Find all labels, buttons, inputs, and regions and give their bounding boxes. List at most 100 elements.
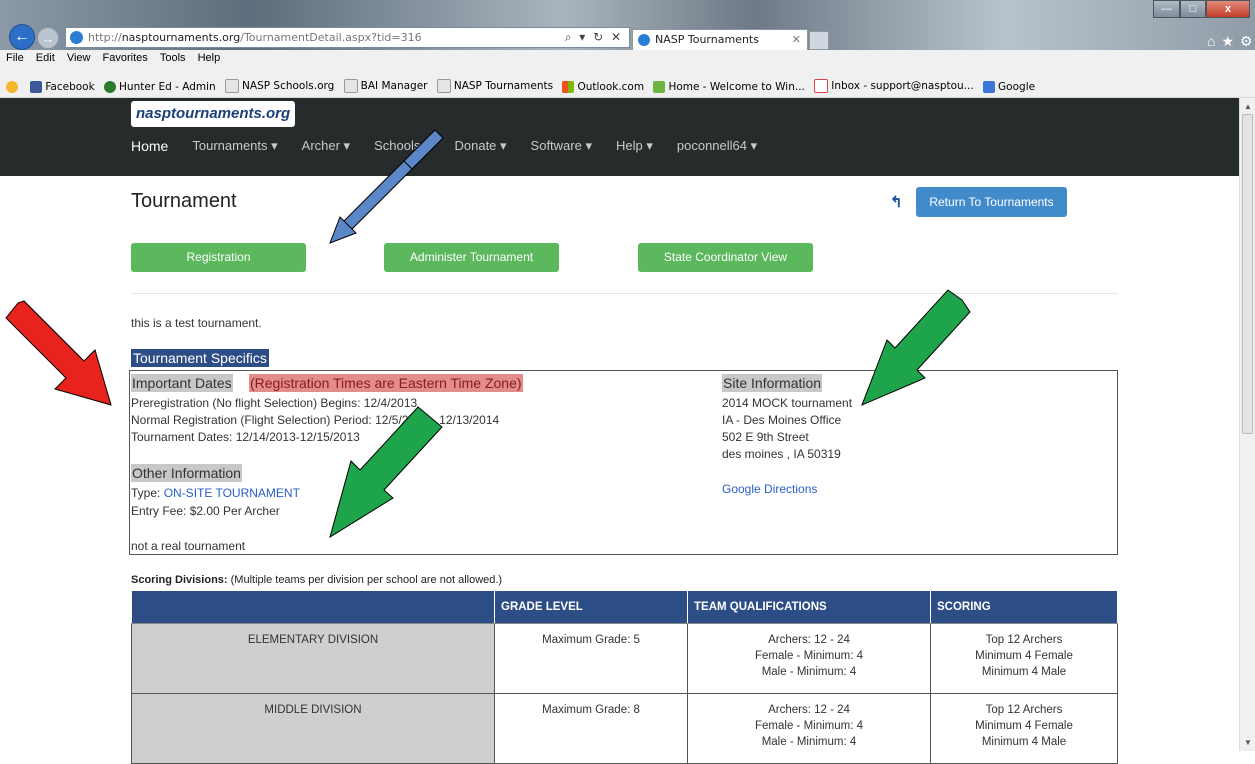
favorite-nasp-schools[interactable]: NASP Schools.org: [225, 66, 334, 97]
nav-links: Home Tournaments ▾ Archer ▾ Schools ▾ Do…: [131, 138, 781, 154]
administer-tournament-button[interactable]: Administer Tournament: [384, 243, 559, 272]
site-logo[interactable]: nasptournaments.org: [131, 101, 296, 127]
tournament-specifics-heading: Tournament Specifics: [131, 349, 269, 367]
preregistration-date: Preregistration (No flight Selection) Be…: [131, 396, 418, 410]
scroll-down-icon[interactable]: ▼: [1244, 738, 1252, 747]
favorite-hunter-ed[interactable]: Hunter Ed - Admin: [104, 67, 216, 97]
tournament-dates: Tournament Dates: 12/14/2013-12/15/2013: [131, 430, 360, 444]
site-city: des moines , IA 50319: [722, 447, 841, 461]
ie-page-icon: [436, 79, 451, 93]
menu-file[interactable]: File: [6, 52, 24, 64]
team-qualifications: Archers: 12 - 24 Female - Minimum: 4 Mal…: [687, 693, 931, 764]
header-scoring: SCORING: [930, 590, 1118, 624]
tournament-description: this is a test tournament.: [131, 316, 262, 330]
division-name: ELEMENTARY DIVISION: [131, 623, 495, 694]
favorite-home-welcome[interactable]: Home - Welcome to Win...: [653, 67, 805, 97]
favorite-inbox[interactable]: Inbox - support@nasptou...: [814, 66, 974, 97]
nav-schools[interactable]: Schools ▾: [374, 138, 430, 154]
page-title: Tournament: [131, 190, 237, 212]
address-bar[interactable]: http://nasptournaments.org/TournamentDet…: [65, 27, 630, 48]
new-tab-button[interactable]: [809, 31, 829, 50]
site-office: IA - Des Moines Office: [722, 413, 842, 427]
tournament-notes: not a real tournament: [131, 539, 246, 553]
globe-icon: [104, 81, 117, 93]
ie-page-icon: [343, 79, 358, 93]
nav-help[interactable]: Help ▾: [616, 138, 653, 154]
nav-donate[interactable]: Donate ▾: [454, 138, 506, 154]
red-arrow: [5, 300, 112, 406]
state-coordinator-view-button[interactable]: State Coordinator View: [638, 243, 813, 272]
table-row: ELEMENTARY DIVISION Maximum Grade: 5 Arc…: [131, 623, 1118, 694]
tab-close-icon[interactable]: ✕: [792, 30, 801, 50]
gmail-icon: [814, 79, 829, 93]
favorite-facebook[interactable]: Facebook: [30, 67, 95, 97]
favorite-bai-manager[interactable]: BAI Manager: [343, 66, 428, 97]
vertical-scrollbar[interactable]: ▲ ▼: [1239, 98, 1255, 751]
menu-help[interactable]: Help: [198, 52, 221, 64]
favorites-star-icon[interactable]: [6, 81, 21, 93]
scoring-rules: Top 12 Archers Minimum 4 Female Minimum …: [930, 693, 1118, 764]
menu-bar: File Edit View Favorites Tools Help: [0, 50, 1255, 66]
arrow-right-icon: →: [41, 30, 55, 46]
address-url: http://nasptournaments.org/TournamentDet…: [88, 31, 422, 44]
favorite-nasp-tournaments[interactable]: NASP Tournaments: [436, 66, 553, 97]
maximize-button[interactable]: □: [1180, 0, 1206, 18]
grade-level: Maximum Grade: 8: [494, 693, 688, 764]
tournament-specifics-box: Important Dates (Registration Times are …: [129, 370, 1118, 555]
scrollbar-thumb[interactable]: [1242, 114, 1253, 434]
menu-edit[interactable]: Edit: [36, 52, 55, 64]
favorites-bar: Facebook Hunter Ed - Admin NASP Schools.…: [0, 66, 1255, 98]
grade-level: Maximum Grade: 5: [494, 623, 688, 694]
header-division: [131, 590, 495, 624]
arrow-left-icon: ←: [14, 28, 30, 45]
forward-button[interactable]: →: [37, 27, 59, 49]
menu-favorites[interactable]: Favorites: [103, 52, 148, 64]
close-window-button[interactable]: x: [1206, 0, 1250, 18]
normal-registration-period: Normal Registration (Flight Selection) P…: [131, 413, 500, 427]
return-arrow-icon[interactable]: ↰: [890, 193, 903, 211]
menu-view[interactable]: View: [67, 52, 91, 64]
tournament-type: Type: ON-SITE TOURNAMENT: [131, 486, 300, 500]
ie-page-icon: [225, 79, 240, 93]
nav-home[interactable]: Home: [131, 138, 168, 154]
google-directions-link[interactable]: Google Directions: [722, 481, 817, 498]
home-favorites-tools-icons[interactable]: ⌂★⚙: [1207, 33, 1255, 50]
header-grade-level: GRADE LEVEL: [494, 590, 688, 624]
ie-page-icon: [638, 34, 650, 46]
site-name: 2014 MOCK tournament: [722, 396, 853, 410]
timezone-note: (Registration Times are Eastern Time Zon…: [249, 374, 523, 392]
tournament-type-value[interactable]: ON-SITE TOURNAMENT: [164, 486, 300, 500]
favorite-outlook[interactable]: Outlook.com: [562, 67, 644, 97]
entry-fee: Entry Fee: $2.00 Per Archer: [131, 504, 280, 518]
nav-user[interactable]: poconnell64 ▾: [677, 138, 757, 154]
scoring-divisions-label: Scoring Divisions: (Multiple teams per d…: [131, 574, 503, 586]
divider: [131, 293, 1118, 294]
site-street: 502 E 9th Street: [722, 430, 809, 444]
address-controls[interactable]: ⌕ ▾ ↻ ✕: [565, 28, 623, 47]
scoring-divisions-table: GRADE LEVEL TEAM QUALIFICATIONS SCORING …: [131, 590, 1118, 764]
header-team-qualifications: TEAM QUALIFICATIONS: [687, 590, 931, 624]
back-button[interactable]: ←: [9, 24, 35, 50]
ie-page-icon: [70, 31, 83, 44]
scroll-up-icon[interactable]: ▲: [1244, 102, 1252, 111]
msn-icon: [653, 81, 666, 93]
team-qualifications: Archers: 12 - 24 Female - Minimum: 4 Mal…: [687, 623, 931, 694]
favorite-google[interactable]: Google: [983, 67, 1035, 97]
nav-tournaments[interactable]: Tournaments ▾: [192, 138, 277, 154]
return-to-tournaments-button[interactable]: Return To Tournaments: [916, 187, 1067, 217]
scoring-rules: Top 12 Archers Minimum 4 Female Minimum …: [930, 623, 1118, 694]
google-icon: [983, 81, 996, 93]
menu-tools[interactable]: Tools: [160, 52, 186, 64]
site-information-heading: Site Information: [722, 374, 823, 392]
browser-tab[interactable]: NASP Tournaments ✕: [632, 29, 808, 50]
nav-software[interactable]: Software ▾: [531, 138, 592, 154]
registration-button[interactable]: Registration: [131, 243, 306, 272]
division-name: MIDDLE DIVISION: [131, 693, 495, 764]
windows-icon: [562, 81, 575, 93]
site-navbar: nasptournaments.org Home Tournaments ▾ A…: [0, 98, 1239, 176]
nav-archer[interactable]: Archer ▾: [302, 138, 350, 154]
important-dates-heading: Important Dates: [131, 374, 233, 392]
minimize-button[interactable]: —: [1153, 0, 1180, 18]
other-information-heading: Other Information: [131, 464, 242, 482]
facebook-icon: [30, 81, 43, 93]
